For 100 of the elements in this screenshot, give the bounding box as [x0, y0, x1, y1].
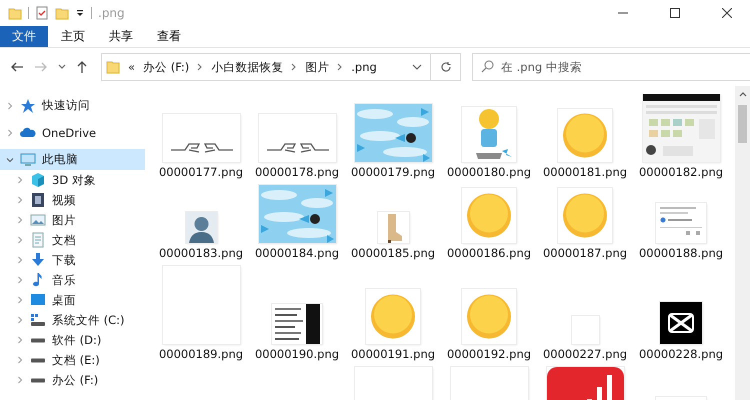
file-name: 00000186.png [446, 247, 532, 260]
up-arrow-icon[interactable] [75, 60, 89, 74]
folder-icon [106, 60, 120, 74]
back-arrow-icon[interactable] [10, 60, 24, 74]
refresh-icon [440, 61, 452, 73]
desktop-icon [30, 292, 46, 308]
chevron-right-icon[interactable] [291, 63, 298, 71]
breadcrumb[interactable]: 图片 [305, 60, 330, 74]
chevron-right-icon[interactable] [337, 63, 344, 71]
cube-icon [30, 172, 46, 188]
chevron-down-icon[interactable] [58, 64, 66, 70]
tree-label: 文档 [52, 232, 76, 248]
file-name: 00000183.png [158, 247, 244, 260]
expand-chevron-icon[interactable] [16, 216, 24, 224]
drive-icon [31, 338, 45, 342]
tree-item[interactable]: 此电脑 [0, 149, 145, 170]
minimize-icon [618, 12, 628, 14]
expand-chevron-icon[interactable] [6, 128, 14, 136]
tree-item[interactable]: 文档 [0, 230, 145, 250]
expand-chevron-icon[interactable] [6, 102, 14, 110]
tree-label: 下载 [52, 252, 76, 268]
file-name: 00000182.png [638, 166, 724, 179]
scrollbar[interactable] [735, 86, 750, 400]
expand-chevron-icon[interactable] [16, 256, 24, 264]
folder-icon[interactable] [8, 6, 22, 20]
tree-item[interactable]: 系统文件 (C:) [0, 310, 145, 330]
address-bar[interactable]: « 办公 (F:) 小白数据恢复 图片 .png [101, 53, 431, 81]
expand-chevron-icon[interactable] [16, 236, 24, 244]
file-name: 00000184.png [254, 247, 340, 260]
tree-item[interactable]: 文档 (E:) [0, 350, 145, 370]
tree-label: 软件 (D:) [52, 332, 102, 348]
computer-icon [20, 152, 36, 168]
breadcrumb[interactable]: .png [351, 60, 377, 74]
expand-chevron-icon[interactable] [16, 376, 24, 384]
tree-label: 桌面 [52, 292, 76, 308]
expand-chevron-icon[interactable] [16, 196, 24, 204]
close-icon [722, 8, 732, 18]
tree-item[interactable]: 软件 (D:) [0, 330, 145, 350]
scrollbar-thumb[interactable] [738, 105, 747, 143]
file-menu-tab[interactable]: 文件 [0, 26, 48, 47]
tree-item[interactable]: 音乐 [0, 270, 145, 290]
file-name: 00000187.png [542, 247, 628, 260]
tree-label: 此电脑 [42, 152, 78, 167]
drive-icon [31, 378, 45, 382]
expand-chevron-icon[interactable] [16, 356, 24, 364]
tree-label: 系统文件 (C:) [52, 312, 125, 328]
tree-item[interactable]: 3D 对象 [0, 170, 145, 190]
scroll-up-icon[interactable] [738, 92, 746, 97]
file-name: 00000188.png [638, 247, 724, 260]
file-name: 00000190.png [254, 348, 340, 361]
breadcrumb[interactable]: 办公 (F:) [143, 60, 190, 74]
tree-label: OneDrive [42, 126, 96, 140]
tree-label: 视频 [52, 192, 76, 208]
tree-label: 图片 [52, 212, 76, 228]
tree-label: 3D 对象 [52, 172, 96, 188]
file-name: 00000178.png [254, 166, 340, 179]
tree-item[interactable]: 桌面 [0, 290, 145, 310]
file-name: 00000191.png [350, 348, 436, 361]
tree-label: 文档 (E:) [52, 352, 100, 368]
drive-icon [31, 358, 45, 362]
tree-item[interactable]: OneDrive [0, 122, 145, 143]
maximize-icon [670, 8, 680, 18]
tree-item[interactable]: 快速访问 [0, 95, 145, 116]
window-title: .png [98, 6, 125, 20]
ribbon-tab[interactable]: 主页 [50, 26, 96, 47]
tree-item[interactable]: 下载 [0, 250, 145, 270]
ribbon-tab[interactable]: 共享 [98, 26, 144, 47]
expand-chevron-icon[interactable] [16, 176, 24, 184]
refresh-button[interactable] [431, 53, 461, 81]
system-drive-icon [30, 312, 46, 328]
document-icon [30, 232, 46, 248]
search-icon [481, 60, 494, 73]
image-icon [30, 212, 46, 228]
file-name: 00000181.png [542, 166, 628, 179]
expand-chevron-icon[interactable] [16, 296, 24, 304]
file-name: 00000189.png [158, 348, 244, 361]
expand-chevron-icon[interactable] [6, 156, 14, 164]
chevron-right-icon[interactable] [197, 63, 204, 71]
tree-item[interactable]: 视频 [0, 190, 145, 210]
file-name: 00000185.png [350, 247, 436, 260]
file-name: 00000228.png [638, 348, 724, 361]
expand-chevron-icon[interactable] [16, 276, 24, 284]
properties-icon[interactable] [35, 6, 49, 20]
folder-icon[interactable] [55, 6, 69, 20]
tree-item[interactable]: 图片 [0, 210, 145, 230]
breadcrumb[interactable]: 小白数据恢复 [211, 60, 284, 74]
star-icon [20, 98, 36, 114]
file-name: 00000180.png [446, 166, 532, 179]
tree-label: 音乐 [52, 272, 76, 288]
search-field[interactable]: 在 .png 中搜索 [472, 53, 750, 81]
expand-chevron-icon[interactable] [16, 316, 24, 324]
file-name: 00000177.png [158, 166, 244, 179]
download-arrow-icon [30, 253, 46, 267]
chevron-down-icon[interactable] [412, 64, 422, 70]
overflow-indicator[interactable]: « [128, 60, 136, 74]
expand-chevron-icon[interactable] [16, 336, 24, 344]
file-name: 00000192.png [446, 348, 532, 361]
ribbon-tab[interactable]: 查看 [146, 26, 192, 47]
tree-item[interactable]: 办公 (F:) [0, 370, 145, 390]
tree-label: 办公 (F:) [52, 372, 98, 388]
